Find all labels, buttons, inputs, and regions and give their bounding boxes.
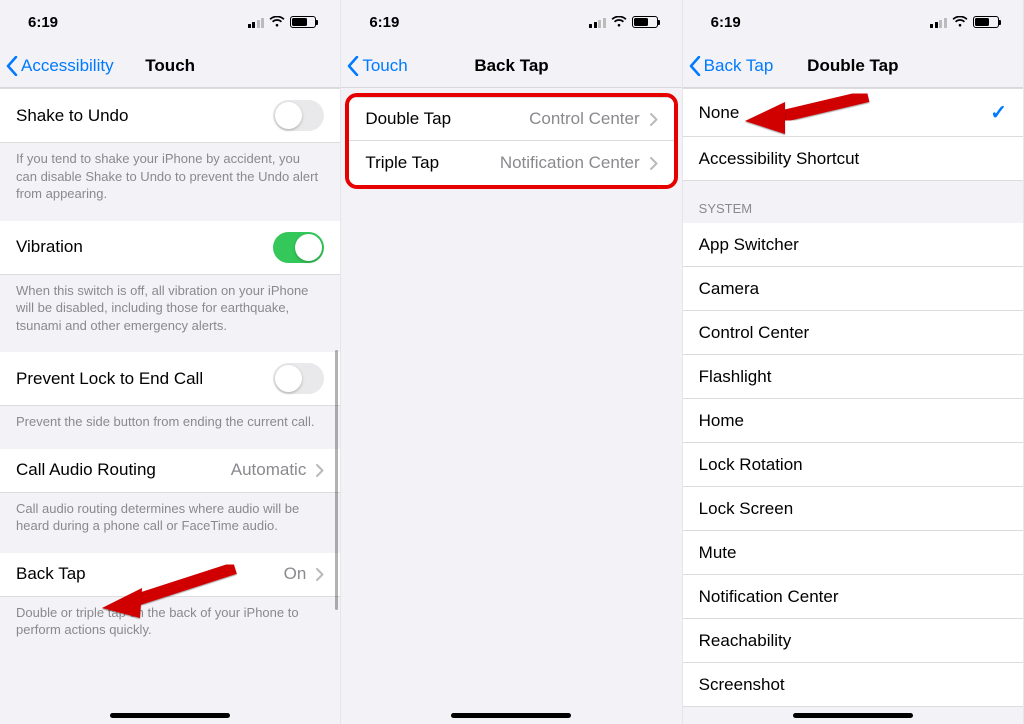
row-system-item[interactable]: Screenshot <box>683 663 1023 707</box>
row-value: Automatic <box>231 460 307 480</box>
row-label: Lock Screen <box>699 499 794 519</box>
wifi-icon <box>952 16 968 28</box>
home-indicator <box>793 713 913 718</box>
chevron-right-icon <box>650 113 658 126</box>
back-button[interactable]: Back Tap <box>689 44 774 87</box>
row-system-item[interactable]: Notification Center <box>683 575 1023 619</box>
switch-shake[interactable] <box>273 100 324 131</box>
row-label: None <box>699 103 740 123</box>
row-system-item[interactable]: Home <box>683 399 1023 443</box>
chevron-right-icon <box>650 157 658 170</box>
row-value: On <box>284 564 307 584</box>
status-right <box>248 16 317 28</box>
chevron-left-icon <box>689 56 701 76</box>
row-label: Home <box>699 411 744 431</box>
row-vibration[interactable]: Vibration <box>0 221 340 275</box>
row-system-item[interactable]: Reachability <box>683 619 1023 663</box>
chevron-left-icon <box>347 56 359 76</box>
status-right <box>930 16 999 28</box>
back-button[interactable]: Accessibility <box>6 44 114 87</box>
row-label: Screenshot <box>699 675 785 695</box>
row-value: Notification Center <box>500 153 640 173</box>
status-bar: 6:19 <box>0 0 340 44</box>
row-system-item[interactable]: App Switcher <box>683 223 1023 267</box>
row-label: Flashlight <box>699 367 772 387</box>
row-system-item[interactable]: Lock Rotation <box>683 443 1023 487</box>
row-label: Prevent Lock to End Call <box>16 369 203 389</box>
footer-vibration: When this switch is off, all vibration o… <box>0 275 340 353</box>
nav-title: Touch <box>145 56 195 76</box>
footer-backtap: Double or triple tap on the back of your… <box>0 597 340 657</box>
wifi-icon <box>269 16 285 28</box>
footer-prevent: Prevent the side button from ending the … <box>0 406 340 449</box>
back-label: Accessibility <box>21 56 114 76</box>
wifi-icon <box>611 16 627 28</box>
row-system-item[interactable]: Flashlight <box>683 355 1023 399</box>
switch-vibration[interactable] <box>273 232 324 263</box>
checkmark-icon: ✓ <box>990 100 1007 125</box>
status-time: 6:19 <box>369 14 399 31</box>
row-prevent-lock[interactable]: Prevent Lock to End Call <box>0 352 340 406</box>
row-triple-tap[interactable]: Triple Tap Notification Center <box>349 141 673 185</box>
cellular-icon <box>930 17 947 28</box>
row-label: Control Center <box>699 323 810 343</box>
scroll-indicator <box>335 350 338 610</box>
nav-title: Double Tap <box>807 56 898 76</box>
row-label: Call Audio Routing <box>16 460 156 480</box>
footer-shake: If you tend to shake your iPhone by acci… <box>0 143 340 221</box>
switch-prevent[interactable] <box>273 363 324 394</box>
battery-icon <box>290 16 316 28</box>
row-label: Lock Rotation <box>699 455 803 475</box>
section-header-system: System <box>683 181 1023 223</box>
row-label: Triple Tap <box>365 153 439 173</box>
row-back-tap[interactable]: Back Tap On <box>0 553 340 597</box>
home-indicator <box>451 713 571 718</box>
back-button[interactable]: Touch <box>347 44 407 87</box>
row-value: Control Center <box>529 109 640 129</box>
row-double-tap[interactable]: Double Tap Control Center <box>349 97 673 141</box>
row-system-item[interactable]: Lock Screen <box>683 487 1023 531</box>
status-bar: 6:19 <box>683 0 1023 44</box>
row-label: Vibration <box>16 237 83 257</box>
chevron-left-icon <box>6 56 18 76</box>
nav-title: Back Tap <box>474 56 548 76</box>
row-label: Mute <box>699 543 737 563</box>
status-time: 6:19 <box>711 14 741 31</box>
phone-screen-back-tap: 6:19 Touch Back Tap Double Tap Control C… <box>341 0 682 724</box>
chevron-right-icon <box>316 464 324 477</box>
phone-screen-double-tap: 6:19 Back Tap Double Tap None ✓ Accessib… <box>683 0 1024 724</box>
row-label: Camera <box>699 279 759 299</box>
footer-audio: Call audio routing determines where audi… <box>0 493 340 553</box>
cellular-icon <box>589 17 606 28</box>
battery-icon <box>973 16 999 28</box>
row-label: Notification Center <box>699 587 839 607</box>
status-bar: 6:19 <box>341 0 681 44</box>
row-system-item[interactable]: Control Center <box>683 311 1023 355</box>
row-system-item[interactable]: Mute <box>683 531 1023 575</box>
chevron-right-icon <box>316 568 324 581</box>
row-accessibility-shortcut[interactable]: Accessibility Shortcut <box>683 137 1023 181</box>
back-label: Back Tap <box>704 56 774 76</box>
battery-icon <box>632 16 658 28</box>
row-label: Shake to Undo <box>16 106 128 126</box>
row-label: App Switcher <box>699 235 799 255</box>
nav-bar: Touch Back Tap <box>341 44 681 88</box>
status-time: 6:19 <box>28 14 58 31</box>
row-label: Double Tap <box>365 109 451 129</box>
row-shake-to-undo[interactable]: Shake to Undo <box>0 88 340 143</box>
nav-bar: Accessibility Touch <box>0 44 340 88</box>
row-none[interactable]: None ✓ <box>683 88 1023 137</box>
nav-bar: Back Tap Double Tap <box>683 44 1023 88</box>
row-label: Back Tap <box>16 564 86 584</box>
row-label: Accessibility Shortcut <box>699 149 860 169</box>
row-system-item[interactable]: Camera <box>683 267 1023 311</box>
back-label: Touch <box>362 56 407 76</box>
status-right <box>589 16 658 28</box>
annotation-highlight-box: Double Tap Control Center Triple Tap Not… <box>345 93 677 189</box>
row-label: Reachability <box>699 631 792 651</box>
row-call-audio-routing[interactable]: Call Audio Routing Automatic <box>0 449 340 493</box>
home-indicator <box>110 713 230 718</box>
cellular-icon <box>248 17 265 28</box>
phone-screen-touch: 6:19 Accessibility Touch Shake to Undo I… <box>0 0 341 724</box>
